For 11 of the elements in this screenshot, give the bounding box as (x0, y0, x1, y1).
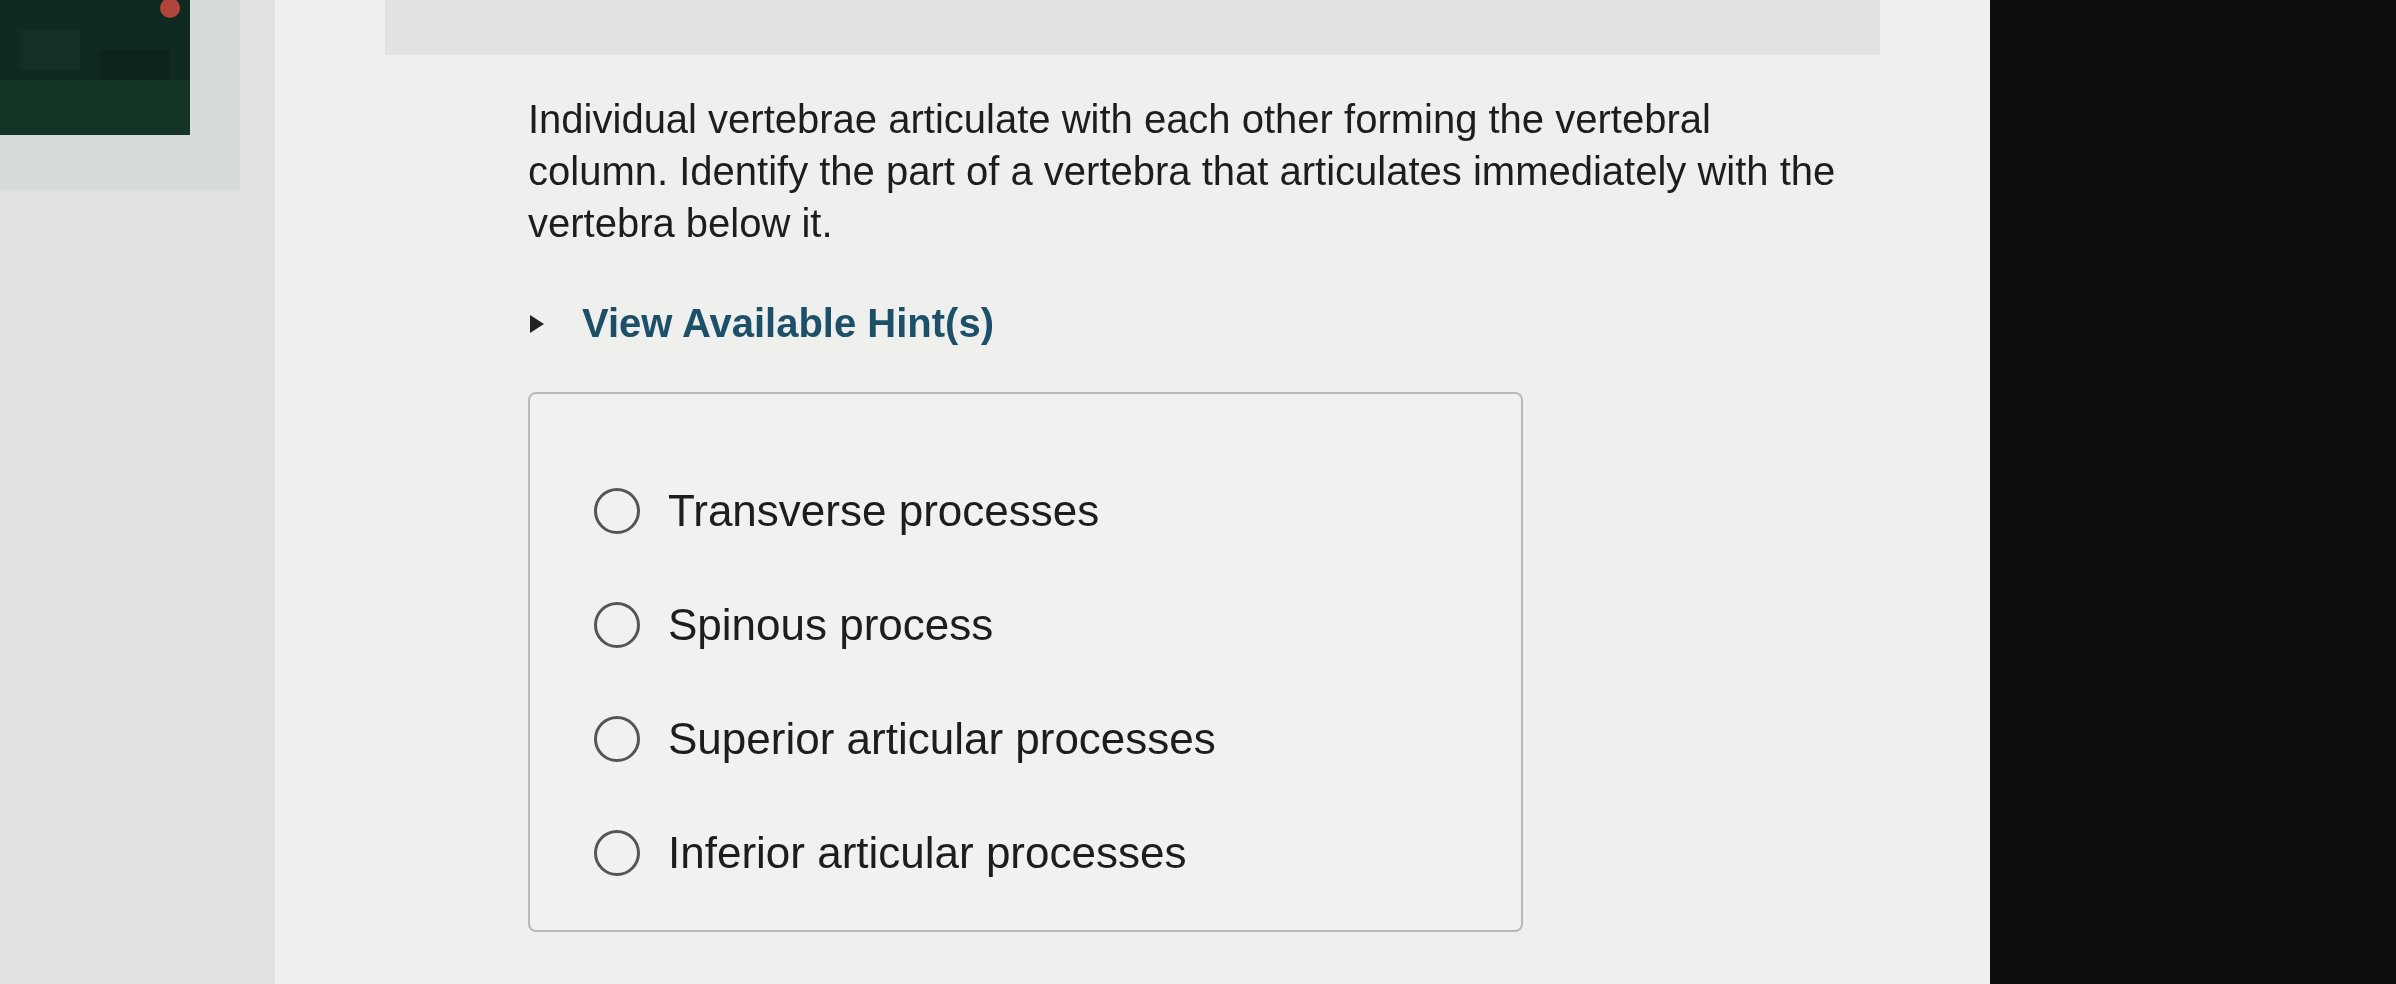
answer-option[interactable]: Superior articular processes (530, 682, 1521, 796)
radio-button[interactable] (594, 488, 640, 534)
hint-toggle[interactable]: View Available Hint(s) (528, 301, 994, 346)
radio-button[interactable] (594, 830, 640, 876)
answer-option[interactable]: Inferior articular processes (530, 796, 1521, 910)
answer-option[interactable]: Transverse processes (530, 454, 1521, 568)
radio-button[interactable] (594, 716, 640, 762)
caret-icon (528, 312, 546, 335)
question-text: Individual vertebrae articulate with each other forming the vertebral column. Identify the part of a vertebra that articulates immediately with the vertebra below it. (528, 96, 1837, 247)
answer-option[interactable]: Spinous process (530, 568, 1521, 682)
radio-button[interactable] (594, 602, 640, 648)
